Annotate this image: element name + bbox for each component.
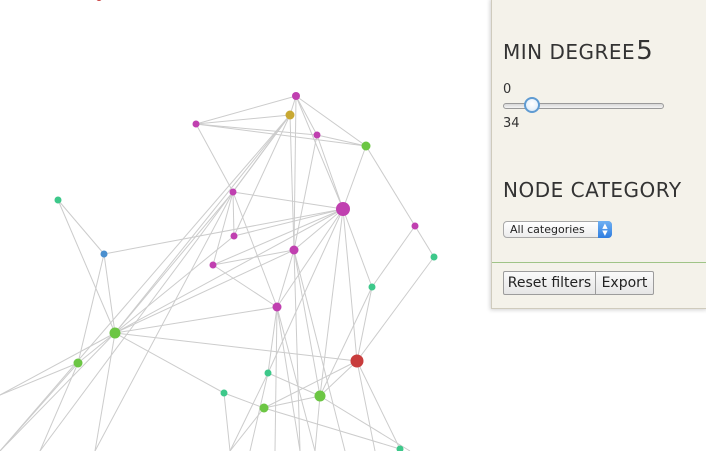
- graph-node[interactable]: [229, 188, 237, 196]
- graph-edge: [229, 407, 265, 451]
- graph-edge: [289, 114, 295, 251]
- graph-edge: [77, 253, 105, 364]
- graph-edge: [195, 123, 318, 136]
- graph-edge: [356, 256, 435, 362]
- graph-node[interactable]: [430, 253, 438, 261]
- graph-edge: [263, 407, 401, 450]
- graph-edge: [371, 225, 416, 288]
- graph-node[interactable]: [350, 354, 364, 368]
- graph-edge: [293, 95, 297, 251]
- graph-node[interactable]: [209, 261, 217, 269]
- graph-node[interactable]: [220, 389, 228, 397]
- filter-panel: MIN DEGREE5 0 34 NODE CATEGORY All categ…: [491, 0, 706, 309]
- graph-edge: [293, 134, 318, 251]
- graph-node[interactable]: [109, 327, 121, 339]
- graph-edge: [276, 249, 295, 308]
- graph-edge: [212, 191, 234, 266]
- graph-edge: [195, 123, 234, 193]
- graph-node[interactable]: [192, 120, 200, 128]
- category-select-value: All categories: [510, 223, 585, 236]
- reset-filters-button[interactable]: Reset filters: [503, 271, 596, 295]
- graph-edge: [39, 114, 291, 451]
- graph-edge: [365, 145, 416, 227]
- graph-edge: [195, 95, 297, 125]
- graph-node[interactable]: [272, 302, 282, 312]
- graph-edge: [267, 208, 344, 374]
- graph-node[interactable]: [96, 0, 102, 1]
- graph-edge: [212, 249, 295, 266]
- graph-edge: [414, 225, 435, 258]
- node-category-title: NODE CATEGORY: [503, 178, 682, 202]
- graph-edge: [232, 191, 278, 308]
- min-degree-heading: MIN DEGREE5: [503, 36, 653, 66]
- graph-node[interactable]: [259, 403, 269, 413]
- graph-edge: [316, 134, 344, 210]
- min-degree-value: 5: [636, 36, 653, 66]
- graph-edge: [356, 360, 401, 450]
- graph-node[interactable]: [100, 250, 108, 258]
- graph-node[interactable]: [73, 358, 83, 368]
- graph-edge: [195, 114, 291, 125]
- graph-edge: [356, 286, 373, 362]
- graph-edge: [77, 332, 116, 364]
- graph-edge: [114, 235, 235, 334]
- graph-edge: [57, 199, 105, 255]
- graph-edge: [342, 145, 367, 210]
- graph-node[interactable]: [289, 245, 299, 255]
- min-degree-slider-thumb[interactable]: [524, 97, 541, 113]
- slider-max-label: 34: [503, 116, 520, 131]
- graph-node[interactable]: [264, 369, 272, 377]
- category-select[interactable]: All categories ▲ ▼: [503, 221, 612, 238]
- graph-node[interactable]: [54, 196, 62, 204]
- export-button[interactable]: Export: [595, 271, 654, 295]
- graph-edge: [319, 395, 411, 451]
- graph-edge: [212, 264, 278, 308]
- graph-node[interactable]: [285, 110, 295, 120]
- graph-edge: [57, 199, 116, 334]
- graph-node[interactable]: [368, 283, 376, 291]
- graph-edge: [114, 332, 358, 362]
- graph-edge: [356, 360, 376, 451]
- slider-min-label: 0: [503, 82, 512, 97]
- graph-edge: [319, 286, 373, 397]
- graph-edge: [263, 360, 358, 409]
- graph-edge: [223, 392, 265, 409]
- graph-node[interactable]: [314, 390, 326, 402]
- graph-edge: [319, 360, 358, 397]
- graph-edge: [342, 208, 373, 288]
- graph-edge: [114, 332, 225, 394]
- panel-divider: [492, 262, 706, 263]
- min-degree-title: MIN DEGREE: [503, 40, 636, 64]
- graph-edge: [232, 191, 344, 210]
- graph-node[interactable]: [292, 92, 300, 100]
- graph-edge: [342, 208, 358, 362]
- graph-node[interactable]: [336, 202, 350, 216]
- graph-edge: [274, 306, 278, 451]
- graph-edge: [114, 249, 295, 334]
- graph-edge: [293, 249, 346, 451]
- graph-node[interactable]: [230, 232, 238, 240]
- graph-node[interactable]: [411, 222, 419, 230]
- select-arrows-icon: ▲ ▼: [598, 221, 612, 238]
- graph-edge: [103, 208, 344, 255]
- graph-node[interactable]: [313, 131, 321, 139]
- graph-node[interactable]: [361, 141, 371, 151]
- graph-edge: [0, 114, 291, 451]
- graph-edge: [295, 95, 318, 136]
- graph-edge: [94, 191, 234, 451]
- graph-edge: [223, 392, 231, 451]
